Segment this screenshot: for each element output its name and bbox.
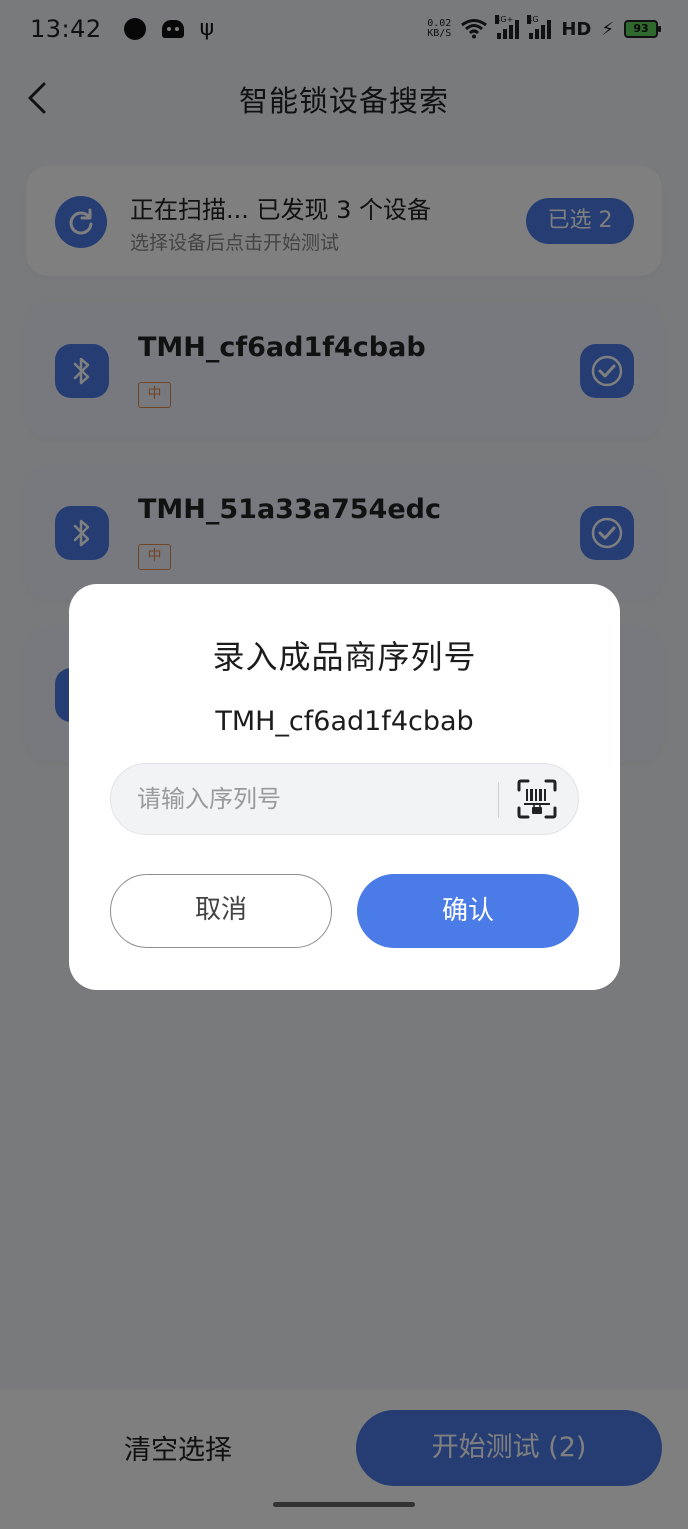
home-indicator[interactable] (273, 1502, 415, 1507)
serial-number-field[interactable] (110, 763, 579, 835)
dialog-title: 录入成品商序列号 (212, 638, 477, 676)
dialog-device-name: TMH_cf6ad1f4cbab (215, 706, 474, 737)
field-divider (498, 782, 499, 818)
confirm-button[interactable]: 确认 (357, 874, 579, 948)
cancel-button[interactable]: 取消 (110, 874, 332, 948)
serial-number-dialog: 录入成品商序列号 TMH_cf6ad1f4cbab 取消 确认 (69, 584, 620, 990)
serial-number-input[interactable] (137, 764, 487, 834)
barcode-scan-icon[interactable] (516, 778, 558, 820)
